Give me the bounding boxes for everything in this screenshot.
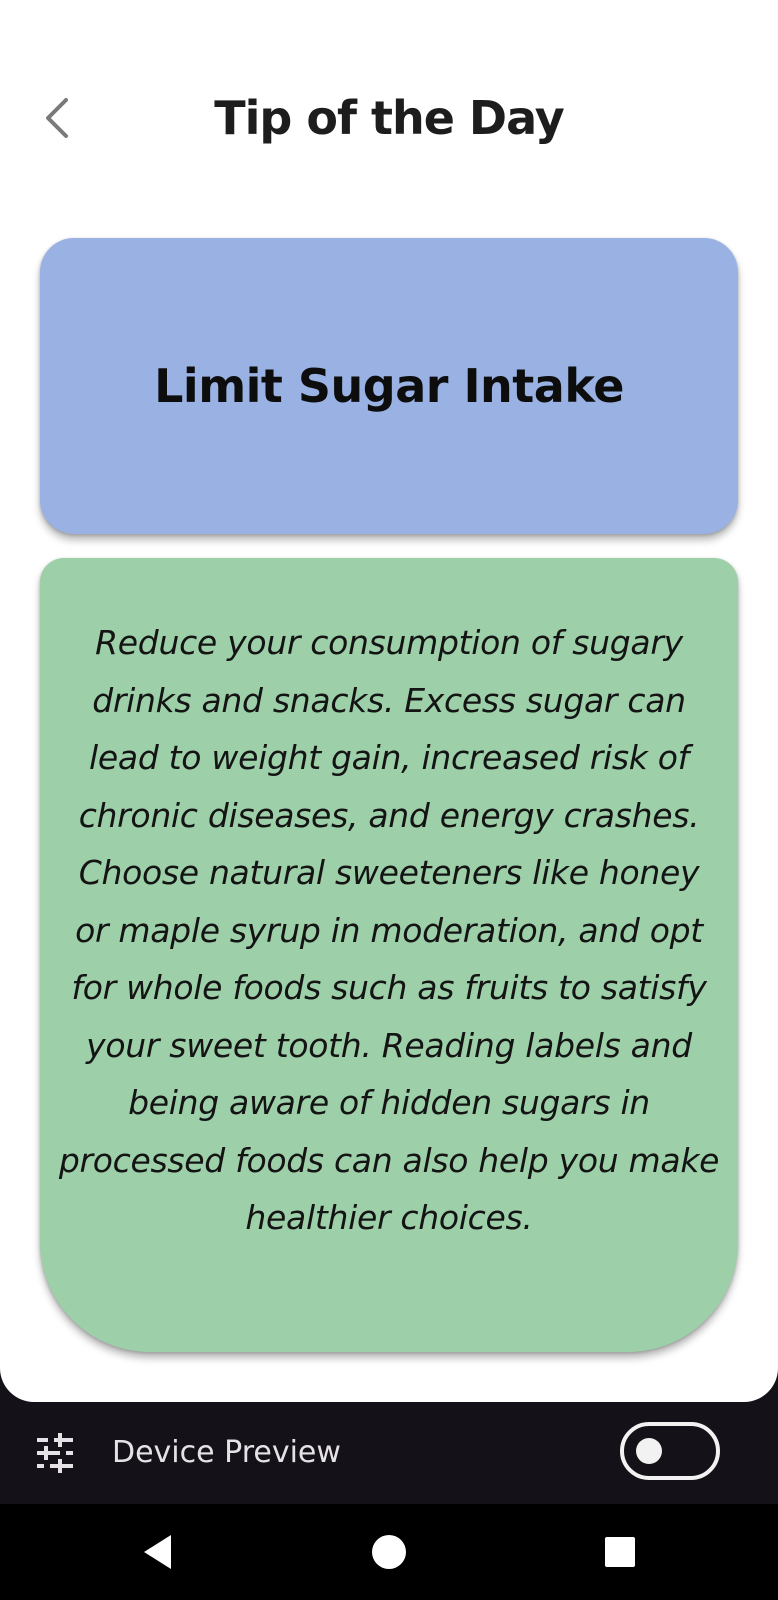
tip-body-card: Reduce your consumption of sugary drinks… bbox=[40, 558, 738, 1352]
tune-icon[interactable] bbox=[34, 1432, 76, 1474]
tip-title: Limit Sugar Intake bbox=[154, 359, 624, 413]
page-title: Tip of the Day bbox=[214, 91, 564, 145]
system-nav-bar bbox=[0, 1504, 778, 1600]
triangle-back-icon bbox=[144, 1535, 171, 1569]
device-preview-toggle[interactable] bbox=[620, 1422, 720, 1480]
toggle-knob bbox=[636, 1438, 662, 1464]
nav-back-button[interactable] bbox=[134, 1528, 182, 1576]
tip-title-card: Limit Sugar Intake bbox=[40, 238, 738, 534]
square-recents-icon bbox=[605, 1537, 635, 1567]
tip-body-text: Reduce your consumption of sugary drinks… bbox=[58, 623, 720, 1237]
circle-home-icon bbox=[372, 1535, 406, 1569]
nav-home-button[interactable] bbox=[365, 1528, 413, 1576]
app-screen: Tip of the Day Limit Sugar Intake Reduce… bbox=[0, 0, 778, 1402]
nav-recents-button[interactable] bbox=[596, 1528, 644, 1576]
device-preview-bar: Device Preview bbox=[0, 1402, 778, 1504]
device-preview-label: Device Preview bbox=[112, 1435, 341, 1470]
